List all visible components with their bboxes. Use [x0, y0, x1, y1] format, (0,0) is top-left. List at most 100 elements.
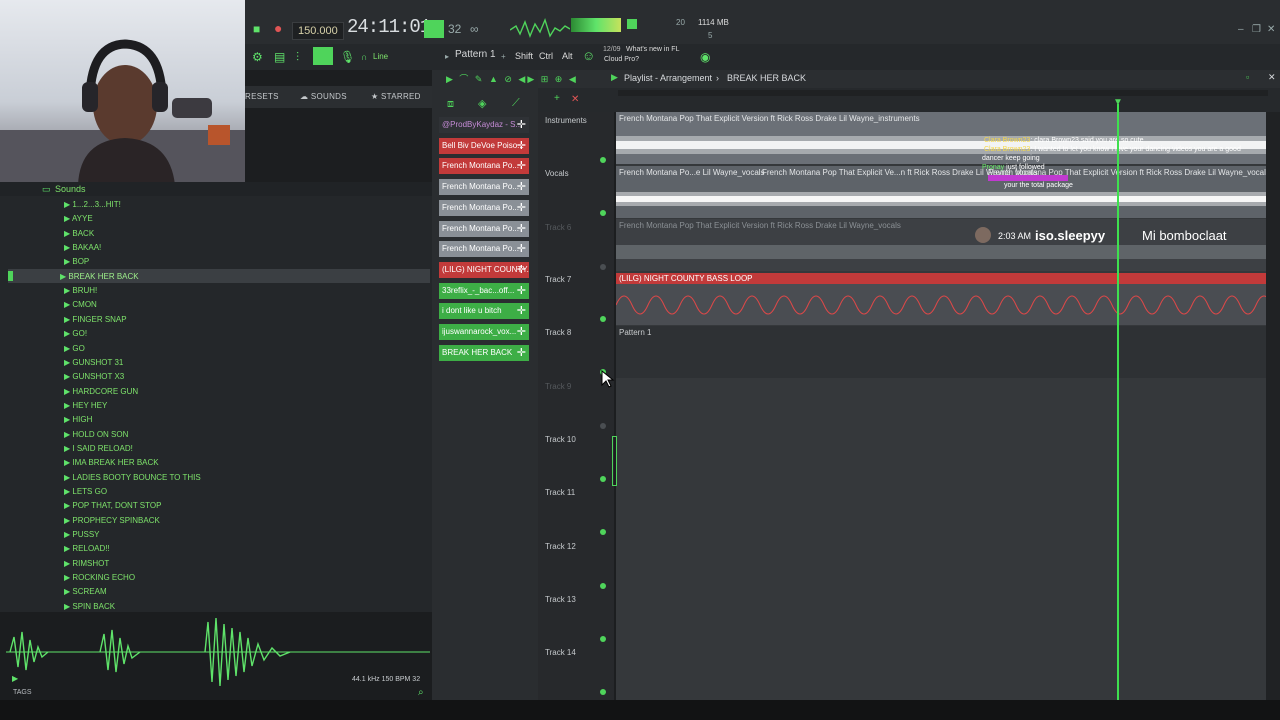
playlist-minimize-icon[interactable]: ▫ [1246, 72, 1249, 82]
globe-icon[interactable]: ◉ [700, 50, 710, 64]
drag-handle-icon[interactable]: ✛ [517, 283, 526, 299]
browser-item[interactable]: ▶ CMON [64, 300, 97, 309]
preview-play-icon[interactable]: ▶ [12, 674, 18, 683]
track-name[interactable]: Track 13 [545, 595, 576, 604]
lane-track7-clip[interactable]: (LILG) NIGHT COUNTY BASS LOOP [616, 273, 1266, 325]
drag-handle-icon[interactable]: ✛ [517, 221, 526, 237]
restore-icon[interactable]: ❐ [1252, 24, 1261, 35]
browser-item[interactable]: ▶ SCREAM [64, 587, 107, 596]
track-mute-toggle[interactable] [600, 210, 606, 216]
browser-item[interactable]: ▶ HIGH [64, 415, 92, 424]
track-name[interactable]: Track 12 [545, 542, 576, 551]
tab-presets[interactable]: RESETS [245, 92, 279, 101]
play-icon[interactable]: ■ [253, 22, 260, 36]
playlist-button[interactable] [313, 47, 333, 65]
piano-icon[interactable]: ▤ [274, 50, 285, 64]
news-text-2[interactable]: Cloud Pro? [604, 56, 639, 63]
drag-handle-icon[interactable]: ✛ [517, 158, 526, 174]
track-name[interactable]: Instruments [545, 116, 587, 125]
minimize-icon[interactable]: – [1238, 24, 1244, 35]
news-icon[interactable]: ☺ [582, 48, 595, 63]
pattern-prev-icon[interactable]: ▸ [445, 52, 449, 61]
playlist-pattern[interactable]: BREAK HER BACK [727, 73, 806, 83]
track-name[interactable]: Track 6 [545, 223, 571, 232]
browser-item[interactable]: ▶ GO [64, 344, 85, 353]
playlist-vertical-scrollbar[interactable] [1266, 112, 1280, 702]
picker-clip[interactable]: ijuswannarock_vox... ✛ [439, 324, 529, 340]
pattern-mode-button[interactable] [424, 20, 444, 38]
browser-item[interactable]: ▶ SPIN BACK [64, 602, 115, 611]
track-mute-toggle[interactable] [600, 689, 606, 695]
playhead[interactable] [1117, 104, 1119, 702]
playlist-close-icon[interactable]: ✕ [1268, 72, 1276, 83]
news-text[interactable]: What's new in FL [626, 46, 679, 53]
picker-clip[interactable]: French Montana Po... ✛ [439, 199, 529, 216]
browser-item[interactable]: ▶ FINGER SNAP [64, 315, 127, 324]
browser-item[interactable]: ▶ BREAK HER BACK [60, 272, 139, 281]
track-name[interactable]: Track 7 [545, 275, 571, 284]
drag-handle-icon[interactable]: ✛ [517, 345, 526, 361]
mixer-icon[interactable]: ⫶ [296, 50, 299, 65]
browser-item[interactable]: ▶ BAKAA! [64, 243, 101, 252]
browser-item[interactable]: ▶ AYYE [64, 214, 93, 223]
picker-clip[interactable]: French Montana Po... ✛ [439, 158, 529, 175]
track-mute-toggle[interactable] [600, 316, 606, 322]
browser-item[interactable]: ▶ PUSSY [64, 530, 100, 539]
track-name[interactable]: Track 14 [545, 648, 576, 657]
browser-item[interactable]: ▶ BOP [64, 257, 89, 266]
track-mute-toggle[interactable] [600, 476, 606, 482]
browser-item[interactable]: ▶ BRUH! [64, 286, 97, 295]
record-icon[interactable]: ● [274, 20, 282, 36]
pattern-select[interactable]: Pattern 1 [455, 49, 496, 60]
timeline-scrollbar[interactable] [618, 90, 1268, 96]
drag-handle-icon[interactable]: ✛ [517, 138, 526, 154]
browser-item[interactable]: ▶ BACK [64, 229, 94, 238]
browser-item[interactable]: ▶ RIMSHOT [64, 559, 109, 568]
tab-sounds[interactable]: ☁ SOUNDS [300, 92, 347, 101]
drag-handle-icon[interactable]: ✛ [517, 303, 526, 319]
playlist-arrow-icon[interactable]: ▶ [611, 72, 618, 83]
track-resize-handle[interactable] [612, 436, 617, 486]
picker-edit-icon[interactable]: ⟋ [512, 97, 520, 110]
picker-clip[interactable]: French Montana Po... ✛ [439, 220, 529, 237]
track-mute-toggle[interactable] [600, 157, 606, 163]
track-name[interactable]: Vocals [545, 169, 569, 178]
tempo-display[interactable]: 150.000 [292, 22, 344, 40]
track-mute-toggle[interactable] [600, 636, 606, 642]
picker-clip[interactable]: (LILG) NIGHT COUNTY... ✛ [439, 261, 529, 278]
drag-handle-icon[interactable]: ✛ [517, 324, 526, 340]
picker-clip[interactable]: 33reflix_-_bac...off... ✛ [439, 282, 529, 299]
browser-item[interactable]: ▶ POP THAT, DONT STOP [64, 501, 161, 510]
picker-clip[interactable]: @ProdByKaydaz - S... ✛ [439, 117, 529, 133]
timeline-remove-icon[interactable]: ✕ [571, 94, 579, 105]
drag-handle-icon[interactable]: ✛ [517, 117, 526, 133]
timeline-add-icon[interactable]: + [554, 93, 560, 104]
drag-handle-icon[interactable]: ✛ [517, 200, 526, 216]
browser-folder-row[interactable]: ▭ Sounds [0, 182, 432, 196]
tags-label[interactable]: TAGS [13, 689, 32, 696]
picker-sort-icon[interactable]: ◈ [478, 97, 486, 110]
track-mute-toggle[interactable] [600, 264, 606, 270]
close-icon[interactable]: ✕ [1267, 24, 1275, 35]
track-name[interactable]: Track 10 [545, 435, 576, 444]
drag-handle-icon[interactable]: ✛ [517, 241, 526, 257]
browser-item[interactable]: ▶ ROCKING ECHO [64, 573, 135, 582]
track-name[interactable]: Track 8 [545, 328, 571, 337]
browser-item[interactable]: ▶ LADIES BOOTY BOUNCE TO THIS [64, 473, 201, 482]
picker-mode-icon[interactable]: ⧈ [447, 98, 454, 111]
metronome-icon[interactable]: 32 [448, 22, 461, 36]
picker-clip[interactable]: BREAK HER BACK ✛ [439, 344, 529, 361]
browser-item[interactable]: ▶ PROPHECY SPINBACK [64, 516, 160, 525]
playlist-timeline[interactable]: + ✕ ▼ [538, 88, 1280, 112]
playlist-tools-icons[interactable]: ▶ ⌒ ✎ ▲ ⊘ ◀▶ ⊞ ⊕ ◀ [446, 72, 578, 85]
mic-icon[interactable]: 🎙 [340, 50, 355, 64]
browser-item[interactable]: ▶ GUNSHOT 31 [64, 358, 123, 367]
track-mute-toggle[interactable] [600, 583, 606, 589]
browser-item[interactable]: ▶ GO! [64, 329, 87, 338]
picker-clip[interactable]: French Montana Po... ✛ [439, 241, 529, 258]
magnet-icon[interactable]: ∩ [361, 52, 367, 62]
picker-clip[interactable]: French Montana Po... ✛ [439, 179, 529, 196]
browser-item[interactable]: ▶ HEY HEY [64, 401, 107, 410]
lane-track8-clip[interactable]: Pattern 1 [616, 326, 1266, 378]
browser-item[interactable]: ▶ 1...2...3...HIT! [64, 200, 121, 209]
